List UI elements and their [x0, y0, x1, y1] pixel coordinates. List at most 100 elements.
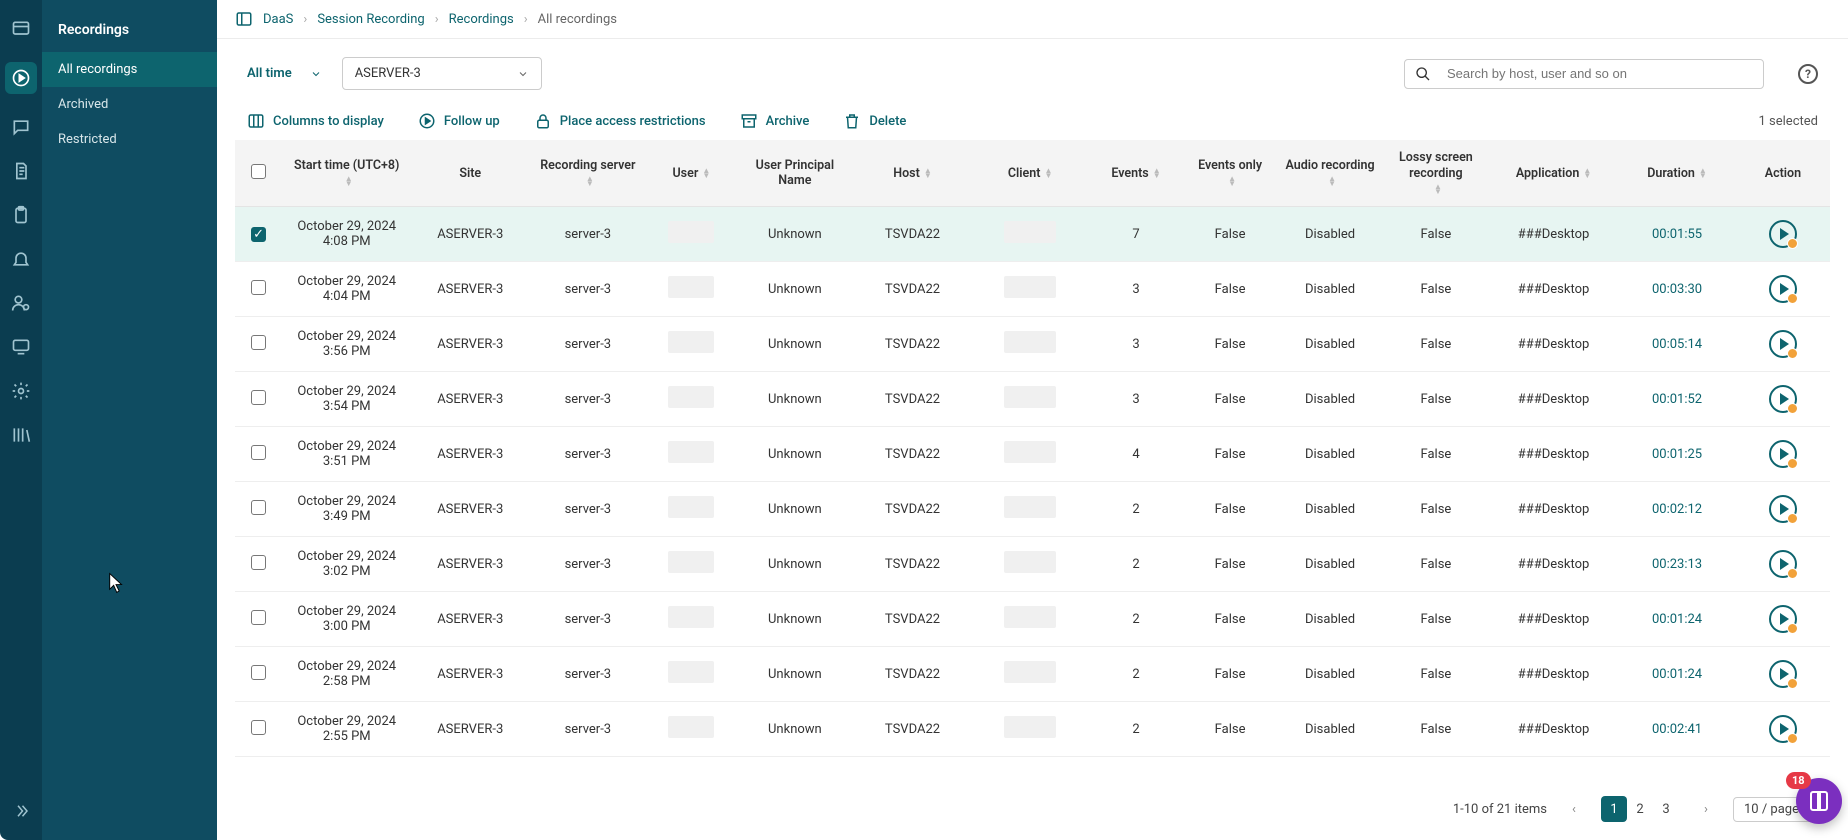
col-audio[interactable]: Audio recording▲▼ — [1277, 140, 1383, 207]
table-row[interactable]: October 29, 2024 3:54 PMASERVER-3server-… — [235, 372, 1830, 427]
nav-bell-icon[interactable] — [10, 248, 32, 270]
nav-clipboard-icon[interactable] — [10, 204, 32, 226]
help-icon[interactable]: ? — [1798, 64, 1818, 84]
help-widget[interactable]: 18 — [1796, 778, 1842, 824]
play-button[interactable] — [1769, 220, 1797, 248]
row-checkbox[interactable] — [251, 555, 266, 570]
col-events-only[interactable]: Events only▲▼ — [1183, 140, 1277, 207]
sidebar-item-archived[interactable]: Archived — [42, 87, 217, 122]
lock-icon — [534, 112, 552, 130]
cell-events-only: False — [1183, 262, 1277, 317]
cell-duration[interactable]: 00:01:52 — [1618, 372, 1736, 427]
table-row[interactable]: October 29, 2024 3:02 PMASERVER-3server-… — [235, 537, 1830, 592]
select-all-checkbox[interactable] — [251, 164, 266, 179]
nav-monitor-icon[interactable] — [10, 336, 32, 358]
cell-duration[interactable]: 00:01:25 — [1618, 427, 1736, 482]
play-button[interactable] — [1769, 440, 1797, 468]
table-row[interactable]: ✓October 29, 2024 4:08 PMASERVER-3server… — [235, 207, 1830, 262]
breadcrumb-recordings[interactable]: Recordings — [449, 12, 514, 27]
play-button[interactable] — [1769, 660, 1797, 688]
col-host[interactable]: Host▲▼ — [854, 140, 972, 207]
page-next[interactable]: › — [1693, 796, 1719, 822]
play-button[interactable] — [1769, 715, 1797, 743]
row-checkbox[interactable] — [251, 720, 266, 735]
time-filter-dropdown[interactable]: All time — [247, 66, 322, 81]
panel-toggle-icon[interactable] — [235, 10, 253, 28]
nav-recordings-icon[interactable] — [5, 62, 37, 94]
col-events[interactable]: Events▲▼ — [1089, 140, 1183, 207]
columns-to-display-button[interactable]: Columns to display — [247, 112, 384, 130]
table-row[interactable]: October 29, 2024 3:56 PMASERVER-3server-… — [235, 317, 1830, 372]
cell-duration[interactable]: 00:05:14 — [1618, 317, 1736, 372]
table-row[interactable]: October 29, 2024 3:00 PMASERVER-3server-… — [235, 592, 1830, 647]
col-upn[interactable]: User Principal Name — [736, 140, 854, 207]
cell-duration[interactable]: 00:01:24 — [1618, 592, 1736, 647]
cell-audio: Disabled — [1277, 592, 1383, 647]
play-button[interactable] — [1769, 275, 1797, 303]
cell-duration[interactable]: 00:02:41 — [1618, 702, 1736, 757]
search-box[interactable] — [1404, 59, 1764, 89]
col-site[interactable]: Site — [411, 140, 529, 207]
row-checkbox[interactable] — [251, 665, 266, 680]
col-duration[interactable]: Duration▲▼ — [1618, 140, 1736, 207]
cell-recording-server: server-3 — [529, 592, 647, 647]
cell-duration[interactable]: 00:23:13 — [1618, 537, 1736, 592]
archive-button[interactable]: Archive — [740, 112, 810, 130]
play-button[interactable] — [1769, 495, 1797, 523]
nav-library-icon[interactable] — [10, 424, 32, 446]
cell-site: ASERVER-3 — [411, 702, 529, 757]
sidebar-item-restricted[interactable]: Restricted — [42, 122, 217, 157]
table-row[interactable]: October 29, 2024 3:49 PMASERVER-3server-… — [235, 482, 1830, 537]
cell-host: TSVDA22 — [854, 317, 972, 372]
cell-duration[interactable]: 00:01:55 — [1618, 207, 1736, 262]
nav-expand-icon[interactable] — [10, 800, 32, 822]
table-row[interactable]: October 29, 2024 4:04 PMASERVER-3server-… — [235, 262, 1830, 317]
nav-user-icon[interactable] — [10, 292, 32, 314]
row-checkbox[interactable] — [251, 445, 266, 460]
table-row[interactable]: October 29, 2024 2:58 PMASERVER-3server-… — [235, 647, 1830, 702]
play-button[interactable] — [1769, 605, 1797, 633]
row-checkbox[interactable] — [251, 390, 266, 405]
row-checkbox[interactable] — [251, 280, 266, 295]
cell-duration[interactable]: 00:02:12 — [1618, 482, 1736, 537]
nav-gear-icon[interactable] — [10, 380, 32, 402]
nav-chat-icon[interactable] — [10, 116, 32, 138]
col-lossy[interactable]: Lossy screen recording▲▼ — [1383, 140, 1489, 207]
row-checkbox[interactable]: ✓ — [251, 227, 266, 242]
page-1[interactable]: 1 — [1601, 796, 1627, 822]
nav-document-icon[interactable] — [10, 160, 32, 182]
page-prev[interactable]: ‹ — [1561, 796, 1587, 822]
row-checkbox[interactable] — [251, 335, 266, 350]
cell-duration[interactable]: 00:03:30 — [1618, 262, 1736, 317]
table-row[interactable]: October 29, 2024 2:55 PMASERVER-3server-… — [235, 702, 1830, 757]
row-checkbox[interactable] — [251, 500, 266, 515]
breadcrumb-session-recording[interactable]: Session Recording — [317, 12, 424, 27]
page-2[interactable]: 2 — [1627, 796, 1653, 822]
col-recording-server[interactable]: Recording server▲▼ — [529, 140, 647, 207]
cell-user — [647, 647, 736, 702]
status-dot-icon — [1787, 348, 1798, 359]
page-3[interactable]: 3 — [1653, 796, 1679, 822]
delete-button[interactable]: Delete — [843, 112, 906, 130]
cell-duration[interactable]: 00:01:24 — [1618, 647, 1736, 702]
table-row[interactable]: October 29, 2024 3:51 PMASERVER-3server-… — [235, 427, 1830, 482]
cell-user — [647, 262, 736, 317]
search-icon — [1415, 66, 1431, 82]
search-input[interactable] — [1447, 66, 1753, 81]
row-checkbox[interactable] — [251, 610, 266, 625]
col-user[interactable]: User▲▼ — [647, 140, 736, 207]
server-select[interactable]: ASERVER-3 — [342, 57, 542, 90]
breadcrumb-root[interactable]: DaaS — [263, 12, 293, 27]
play-button[interactable] — [1769, 330, 1797, 358]
followup-button[interactable]: Follow up — [418, 112, 500, 130]
status-dot-icon — [1787, 568, 1798, 579]
nav-home-icon[interactable] — [10, 18, 32, 40]
play-button[interactable] — [1769, 385, 1797, 413]
col-application[interactable]: Application▲▼ — [1489, 140, 1618, 207]
col-start-time[interactable]: Start time (UTC+8)▲▼ — [282, 140, 411, 207]
cell-events: 4 — [1089, 427, 1183, 482]
restrict-button[interactable]: Place access restrictions — [534, 112, 706, 130]
play-button[interactable] — [1769, 550, 1797, 578]
col-client[interactable]: Client▲▼ — [971, 140, 1089, 207]
sidebar-item-all-recordings[interactable]: All recordings — [42, 52, 217, 87]
